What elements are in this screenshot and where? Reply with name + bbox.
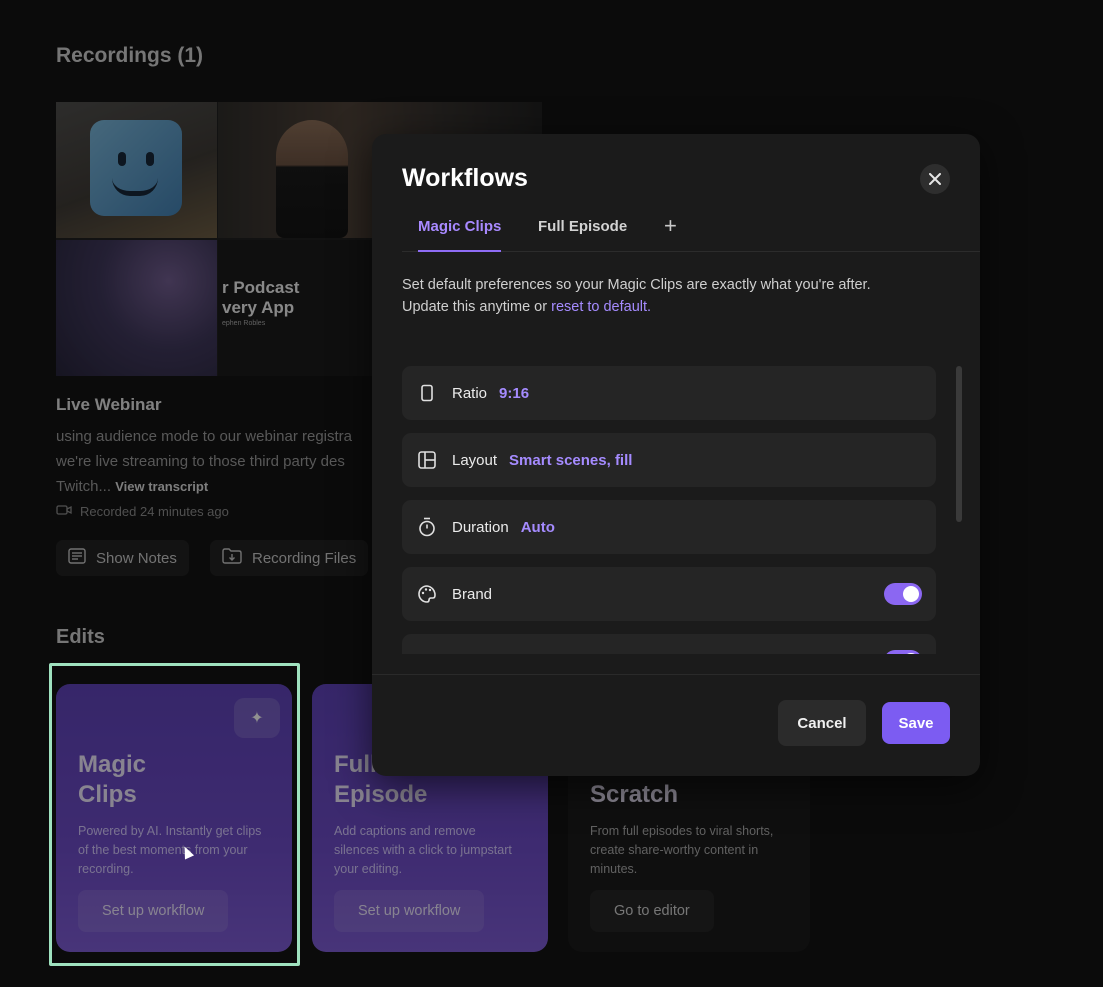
workflow-tabs: Magic Clips Full Episode + <box>402 213 980 252</box>
modal-footer-divider <box>372 674 980 675</box>
recorded-meta: Recorded 24 minutes ago <box>56 504 229 519</box>
setting-row-brand[interactable]: Brand <box>402 567 936 621</box>
setting-value: 9:16 <box>499 384 530 402</box>
go-to-editor-button[interactable]: Go to editor <box>590 890 714 932</box>
card-title: Scratch <box>590 781 679 808</box>
modal-title: Workflows <box>402 164 528 192</box>
palette-icon <box>416 583 438 605</box>
tab-full-episode[interactable]: Full Episode <box>538 218 627 252</box>
view-transcript-link[interactable]: View transcript <box>115 479 208 494</box>
setting-row-duration[interactable]: Duration Auto <box>402 500 936 554</box>
recording-description: using audience mode to our webinar regis… <box>56 428 353 495</box>
setting-value: Smart scenes, fill <box>509 451 633 469</box>
setting-value: Auto <box>520 518 555 536</box>
selection-highlight <box>49 663 300 966</box>
tab-magic-clips[interactable]: Magic Clips <box>418 218 502 252</box>
setting-label: Duration <box>452 518 509 536</box>
thumb-tile-abstract <box>56 240 217 376</box>
setting-label: Layout <box>452 451 498 469</box>
setting-label: Brand <box>452 585 493 603</box>
cancel-button[interactable]: Cancel <box>778 700 866 746</box>
layout-icon <box>416 449 438 471</box>
save-button[interactable]: Save <box>882 702 950 744</box>
recording-files-button[interactable]: Recording Files <box>210 540 369 576</box>
notes-icon <box>68 548 86 568</box>
setting-row-partial[interactable] <box>402 634 936 654</box>
setting-row-ratio[interactable]: Ratio 9:16 <box>402 366 936 420</box>
close-icon[interactable] <box>920 164 950 194</box>
partial-toggle[interactable] <box>884 650 922 654</box>
podcast-subtitle: ephen Robles <box>222 320 266 327</box>
show-notes-button[interactable]: Show Notes <box>56 540 189 576</box>
card-description: From full episodes to viral shorts, crea… <box>590 824 774 876</box>
set-up-workflow-button[interactable]: Set up workflow <box>334 890 485 932</box>
add-tab-icon[interactable]: + <box>664 213 677 239</box>
settings-scrollbar[interactable] <box>956 366 962 522</box>
thumb-tile-cube <box>56 102 217 238</box>
folder-download-icon <box>222 548 242 568</box>
reset-to-default-link[interactable]: reset to default. <box>551 299 651 315</box>
modal-description: Set default preferences so your Magic Cl… <box>402 277 871 315</box>
podcast-title: r Podcast very App <box>222 278 300 317</box>
stopwatch-icon <box>416 516 438 538</box>
setting-label: Ratio <box>452 384 488 402</box>
workflows-modal: Workflows Magic Clips Full Episode + Set… <box>372 134 980 776</box>
setting-row-layout[interactable]: Layout Smart scenes, fill <box>402 433 936 487</box>
card-description: Add captions and remove silences with a … <box>334 824 512 876</box>
video-camera-icon <box>56 504 72 519</box>
recorded-time: Recorded 24 minutes ago <box>80 504 229 519</box>
edits-title: Edits <box>56 626 105 648</box>
settings-list: Ratio 9:16 Layout Smart scenes, fill Dur… <box>402 366 936 654</box>
brand-toggle[interactable] <box>884 583 922 605</box>
recordings-title: Recordings (1) <box>56 44 204 67</box>
phone-ratio-icon <box>416 382 438 404</box>
recording-title: Live Webinar <box>56 395 162 414</box>
